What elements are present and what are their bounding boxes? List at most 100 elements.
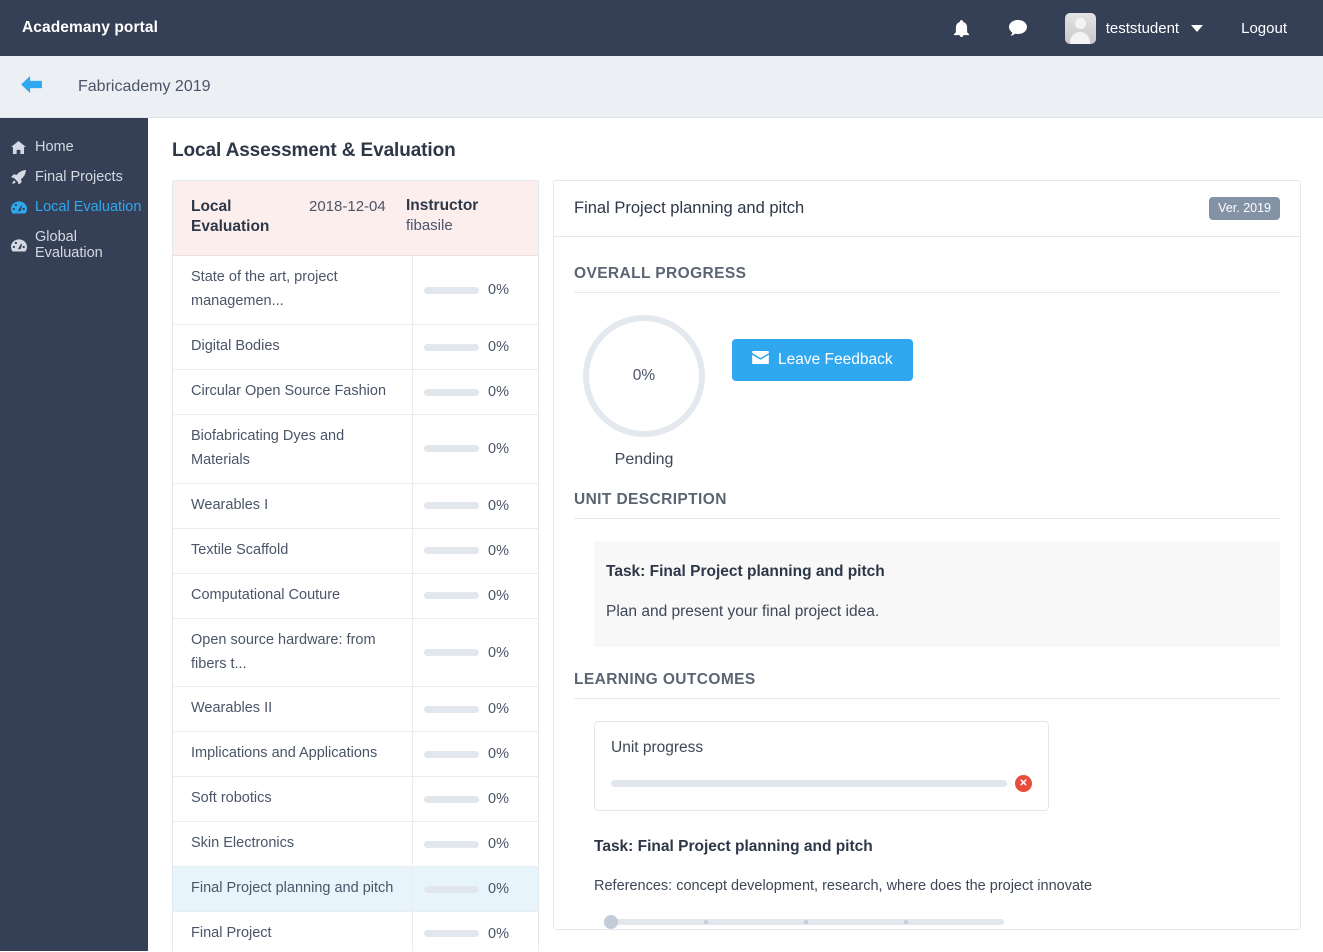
progress-bar — [424, 750, 479, 758]
progress-status-label: Pending — [614, 451, 674, 468]
unit-progress-bar[interactable] — [611, 780, 1007, 787]
home-icon — [10, 140, 27, 155]
user-menu[interactable]: teststudent — [1047, 12, 1215, 44]
table-row-unit-name: State of the art, project managemen... — [173, 256, 413, 325]
progress-bar — [424, 705, 479, 713]
progress-percent-label: 0% — [488, 587, 509, 604]
table-row[interactable]: Implications and Applications 0% — [173, 732, 538, 778]
progress-percent-label: 0% — [488, 282, 509, 299]
chevron-down-icon — [1191, 24, 1204, 32]
progress-percent-label: 0% — [488, 440, 509, 457]
app-brand[interactable]: Academany portal — [22, 19, 158, 37]
page-title: Local Assessment & Evaluation — [172, 140, 456, 161]
table-header-title: Local Evaluation — [191, 198, 270, 236]
table-row-unit-name: Final Project — [173, 912, 413, 951]
table-row[interactable]: State of the art, project managemen... 0% — [173, 256, 538, 326]
breadcrumb-title[interactable]: Fabricademy 2019 — [78, 78, 211, 96]
back-button[interactable] — [14, 70, 48, 104]
logout-button[interactable]: Logout — [1215, 20, 1301, 37]
table-row-unit-name: Soft robotics — [173, 777, 413, 822]
progress-bar — [424, 795, 479, 803]
table-row[interactable]: Wearables I 0% — [173, 483, 538, 529]
table-row-unit-name: Wearables II — [173, 687, 413, 732]
main-content: Local Assessment & Evaluation Local Eval… — [148, 118, 1323, 951]
progress-percent-label: 0% — [488, 497, 509, 514]
table-row[interactable]: Circular Open Source Fashion 0% — [173, 370, 538, 415]
rocket-icon — [10, 170, 27, 185]
progress-percent-label: 0% — [488, 384, 509, 400]
table-row-unit-name: Biofabricating Dyes and Materials — [173, 414, 413, 483]
panel-body: OVERALL PROGRESS 0% Pending Leave Feedba… — [554, 237, 1300, 929]
table-header-instructor-cell: Instructor fibasile — [406, 197, 524, 237]
tachometer-icon — [10, 238, 27, 253]
envelope-icon — [752, 351, 769, 369]
overall-progress-heading: OVERALL PROGRESS — [574, 265, 1280, 293]
breadcrumb: Fabricademy 2019 — [0, 56, 1323, 118]
table-row[interactable]: Skin Electronics 0% — [173, 822, 538, 868]
table-row[interactable]: Computational Couture 0% — [173, 573, 538, 619]
table-row-progress: 0% — [413, 529, 538, 573]
table-row[interactable]: Final Project 0% — [173, 912, 538, 951]
progress-percent-label: 0% — [488, 701, 509, 718]
messages-button[interactable] — [989, 20, 1047, 36]
table-row-progress: 0% — [413, 256, 538, 324]
comment-icon — [1008, 20, 1027, 36]
x-circle-icon[interactable]: ✕ — [1015, 775, 1032, 792]
user-name-label: teststudent — [1105, 19, 1180, 37]
table-row[interactable]: Digital Bodies 0% — [173, 325, 538, 371]
local-evaluation-table: Local Evaluation 2018-12-04 Instructor f… — [172, 180, 539, 951]
table-row-unit-name: Textile Scaffold — [173, 528, 413, 573]
sidebar: Home Final Projects Local Evaluation Glo… — [0, 118, 148, 951]
sidebar-item-home[interactable]: Home — [0, 132, 148, 162]
learning-outcomes-heading: LEARNING OUTCOMES — [574, 671, 1280, 699]
content-columns: Local Evaluation 2018-12-04 Instructor f… — [172, 180, 1301, 951]
table-row[interactable]: Open source hardware: from fibers t... 0% — [173, 618, 538, 688]
sidebar-item-label: Global Evaluation — [35, 229, 103, 261]
unit-description-task-title: Task: Final Project planning and pitch — [606, 563, 885, 580]
table-row-progress: 0% — [413, 484, 538, 528]
table-row-progress: 0% — [413, 732, 538, 776]
sidebar-item-global-evaluation[interactable]: Global Evaluation — [0, 222, 148, 268]
unit-progress-label: Unit progress — [611, 739, 704, 756]
progress-ring-wrap: 0% Pending — [582, 315, 706, 469]
top-navbar: Academany portal teststudent Logout — [0, 0, 1323, 56]
table-row-unit-name: Open source hardware: from fibers t... — [173, 618, 413, 687]
table-row[interactable]: Wearables II 0% — [173, 687, 538, 733]
slider-tick — [704, 920, 708, 924]
progress-bar — [424, 445, 479, 453]
progress-bar — [424, 592, 479, 600]
table-row[interactable]: Soft robotics 0% — [173, 777, 538, 823]
progress-percent-label: 0% — [488, 746, 509, 763]
progress-bar — [424, 343, 479, 351]
table-header: Local Evaluation 2018-12-04 Instructor f… — [173, 181, 538, 257]
leave-feedback-label: Leave Feedback — [778, 351, 893, 368]
leave-feedback-button[interactable]: Leave Feedback — [732, 339, 913, 381]
sidebar-item-label: Home — [35, 139, 74, 155]
navbar-right-actions: teststudent Logout — [934, 12, 1301, 44]
slider-tick — [804, 920, 808, 924]
table-row-unit-name: Digital Bodies — [173, 325, 413, 370]
progress-bar — [424, 502, 479, 510]
sidebar-item-local-evaluation[interactable]: Local Evaluation — [0, 192, 148, 222]
table-row[interactable]: Final Project planning and pitch 0% — [173, 867, 538, 913]
unit-description-heading: UNIT DESCRIPTION — [574, 491, 1280, 519]
unit-description-text: Plan and present your final project idea… — [606, 603, 880, 620]
learning-outcome-slider[interactable] — [604, 915, 1004, 929]
table-row-progress: 0% — [413, 619, 538, 687]
slider-knob[interactable] — [604, 915, 618, 929]
table-row-progress: 0% — [413, 687, 538, 731]
overall-progress-row: 0% Pending Leave Feedback — [574, 293, 1280, 469]
instructor-label: Instructor — [406, 197, 479, 214]
progress-bar — [424, 649, 479, 656]
table-row-progress: 0% — [413, 867, 538, 911]
table-row[interactable]: Textile Scaffold 0% — [173, 528, 538, 574]
notifications-button[interactable] — [934, 19, 989, 37]
table-row-unit-name: Circular Open Source Fashion — [173, 370, 413, 414]
table-row[interactable]: Biofabricating Dyes and Materials 0% — [173, 414, 538, 484]
progress-bar — [424, 388, 479, 396]
sidebar-item-final-projects[interactable]: Final Projects — [0, 162, 148, 192]
progress-percent-label: 0% — [488, 791, 509, 808]
arrow-left-icon — [20, 75, 42, 98]
progress-bar — [424, 547, 479, 555]
progress-percent-label: 0% — [488, 836, 509, 853]
